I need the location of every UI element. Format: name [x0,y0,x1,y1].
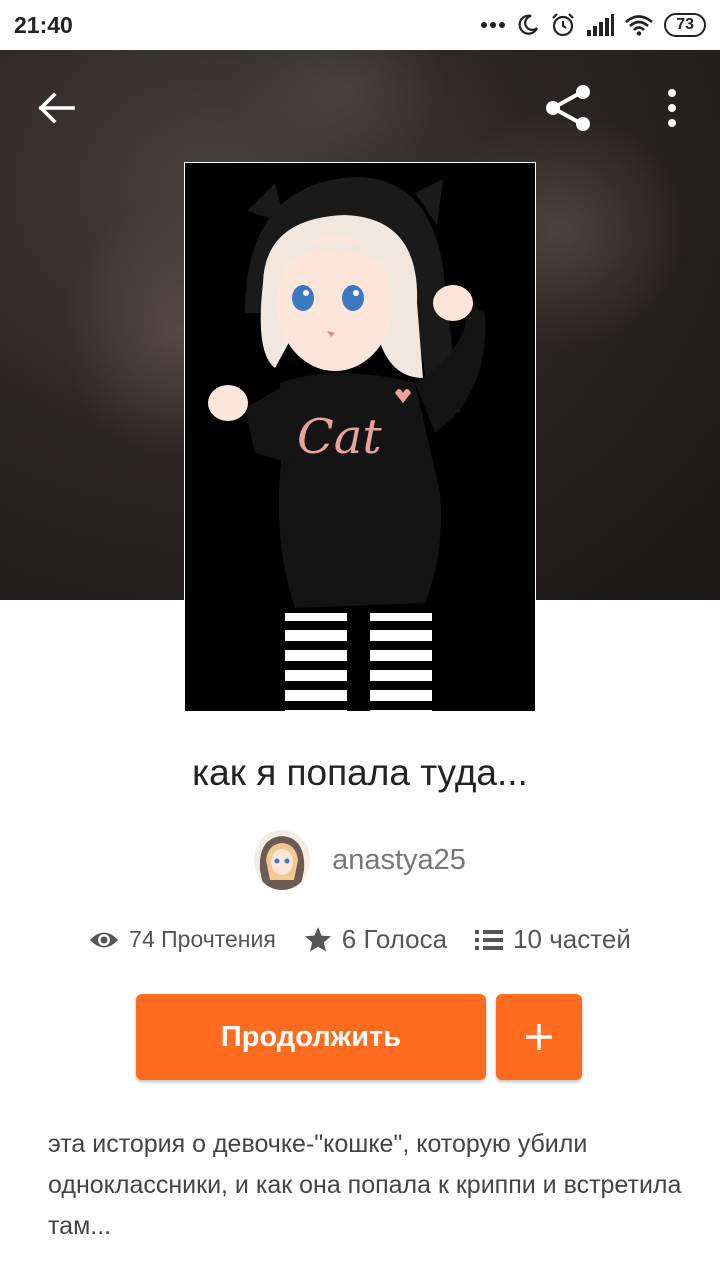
arrow-left-icon [38,92,75,124]
author-row[interactable]: anastya25 [0,830,720,890]
status-icons: 73 [480,10,706,40]
dots-icon [481,22,506,28]
battery-indicator: 73 [664,13,706,37]
share-icon [546,85,590,131]
author-name[interactable]: anastya25 [332,844,466,877]
parts-count: 10 частей [513,924,631,954]
stat-parts: 10 частей [475,924,631,955]
reads-count: 74 Прочтения [129,926,276,952]
status-bar: 21:40 73 [0,0,720,50]
plus-icon [526,1024,552,1050]
add-to-library-button[interactable] [496,994,582,1080]
author-avatar-image [254,830,311,890]
stat-votes: 6 Голоса [304,924,447,955]
moon-icon [518,14,539,35]
story-description: эта история о девочке-"кошке", которую у… [48,1130,682,1240]
cover-text: Cat [297,409,382,465]
status-time: 21:40 [14,12,73,38]
votes-count: 6 Голоса [341,924,448,954]
wifi-icon [625,15,654,36]
story-stats: 74 Прочтения 6 Голоса 10 частей [0,924,720,955]
continue-reading-button[interactable]: Продолжить [136,994,486,1080]
list-icon [475,929,504,950]
more-options-button[interactable] [650,80,694,136]
star-icon [304,927,331,952]
more-vertical-icon [668,89,676,127]
signal-icon [587,14,615,36]
avatar[interactable] [254,830,311,890]
story-title: как я попала туда... [192,752,528,793]
cover-illustration: Cat [185,163,535,711]
back-button[interactable] [30,82,82,134]
story-cover[interactable]: Cat [184,162,536,712]
share-button[interactable] [538,78,598,138]
eye-icon [90,932,119,947]
alarm-icon [552,13,574,37]
stat-reads: 74 Прочтения [89,926,276,953]
